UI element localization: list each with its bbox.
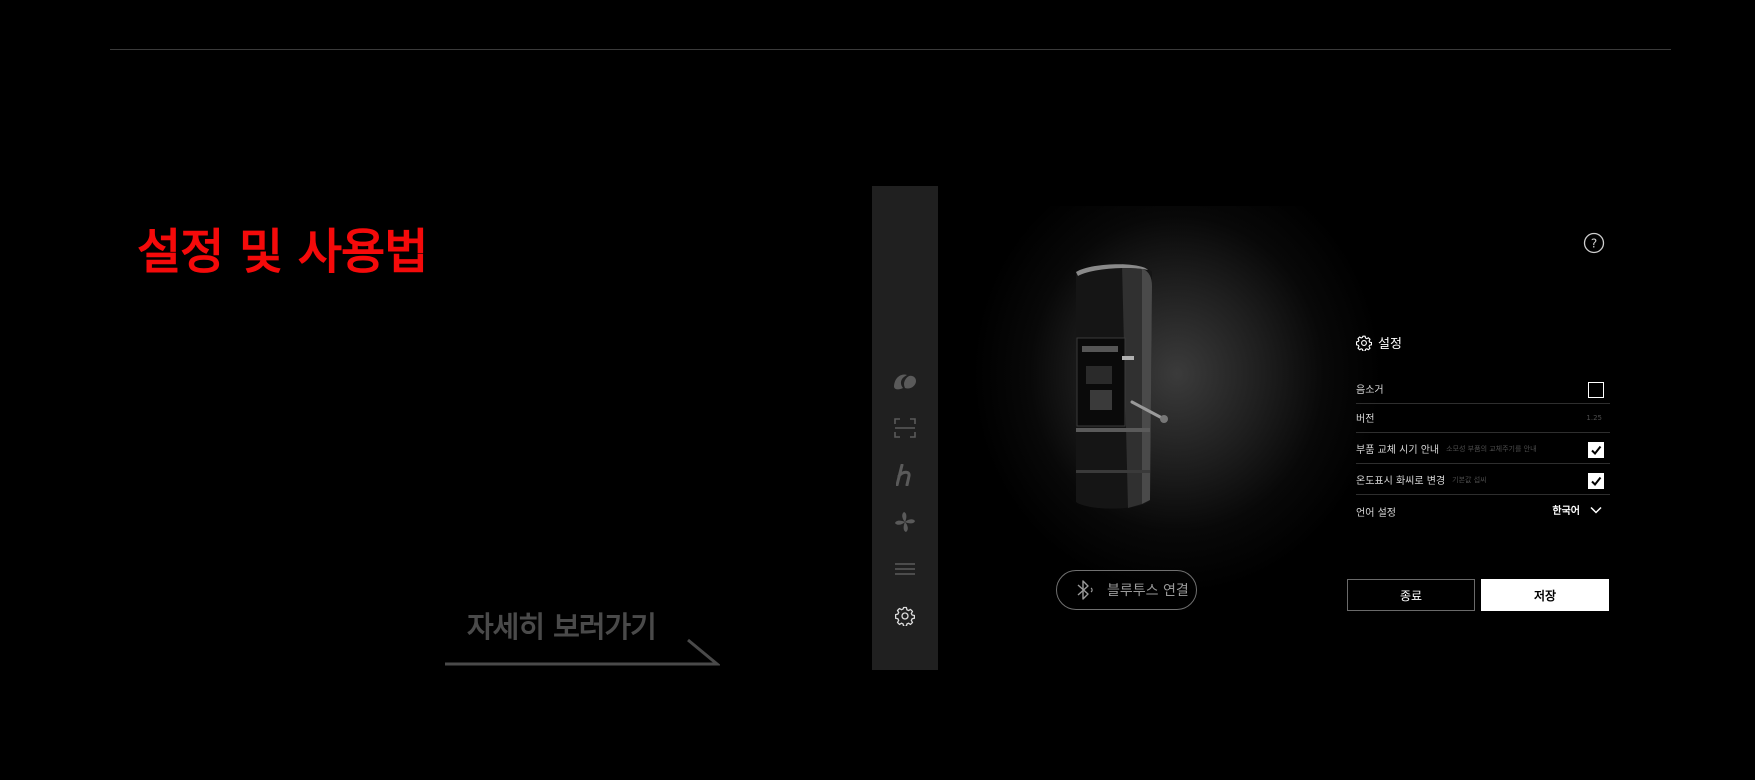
device-stage [972,206,1382,606]
parts-checkbox[interactable] [1588,442,1604,458]
sidebar-item-h[interactable] [888,460,922,490]
page-title: 설정 및 사용법 [137,224,428,280]
sidebar [872,186,938,670]
mute-checkbox[interactable] [1588,382,1604,398]
sidebar-item-menu[interactable] [888,554,922,584]
bean-icon [894,374,916,390]
save-button[interactable]: 저장 [1481,579,1609,611]
sidebar-item-settings[interactable] [888,601,922,631]
setting-row-mute: 음소거 [1356,374,1610,404]
parts-hint: 소모성 부품의 교체주기를 안내 [1446,444,1537,453]
mute-label: 음소거 [1356,385,1384,396]
version-label: 버전 [1356,414,1375,425]
temperature-hint: 기본값 섭씨 [1452,475,1487,484]
gear-icon [895,606,915,626]
top-divider [110,49,1671,50]
menu-icon [895,563,915,575]
setting-row-temperature: 온도표시 화씨로 변경 기본값 섭씨 [1356,465,1610,495]
bluetooth-connect-button[interactable]: 블루투스 연결 [1056,570,1197,610]
fan-icon [895,512,915,532]
temperature-label: 온도표시 화씨로 변경 [1356,476,1446,487]
more-details-link[interactable]: 자세히 보러가기 [445,604,720,666]
bluetooth-icon [1077,580,1093,600]
sidebar-item-fan[interactable] [888,507,922,537]
language-value: 한국어 [1552,506,1580,517]
check-icon [1591,476,1602,487]
help-icon: ? [1583,232,1605,254]
temperature-checkbox[interactable] [1588,473,1604,489]
h-logo-icon [896,464,911,486]
language-label: 언어 설정 [1356,507,1396,519]
check-icon [1591,445,1602,456]
app-panel: 블루투스 연결 ? 설정 음소거 버전 1.25 부품 교체 시기 안내 소모성… [872,186,1617,670]
version-value: 1.25 [1586,413,1602,422]
setting-row-parts: 부품 교체 시기 안내 소모성 부품의 교체주기를 안내 [1356,434,1610,464]
chevron-down-icon [1590,506,1602,514]
scan-icon [894,418,916,438]
settings-header: 설정 [1356,333,1402,352]
parts-label: 부품 교체 시기 안내 [1356,445,1440,456]
end-button[interactable]: 종료 [1347,579,1475,611]
setting-row-version: 버전 1.25 [1356,403,1610,433]
settings-title: 설정 [1378,337,1402,352]
bluetooth-label: 블루투스 연결 [1107,583,1189,599]
help-button[interactable]: ? [1583,232,1605,254]
language-select[interactable]: 한국어 [1552,502,1602,517]
coffee-machine-image [1076,264,1168,509]
arrow-icon [445,638,720,666]
svg-text:?: ? [1591,237,1597,251]
gear-icon [1356,335,1372,351]
setting-row-language: 언어 설정 한국어 [1356,496,1610,526]
sidebar-item-bean[interactable] [888,366,922,396]
sidebar-item-scan[interactable] [888,413,922,443]
